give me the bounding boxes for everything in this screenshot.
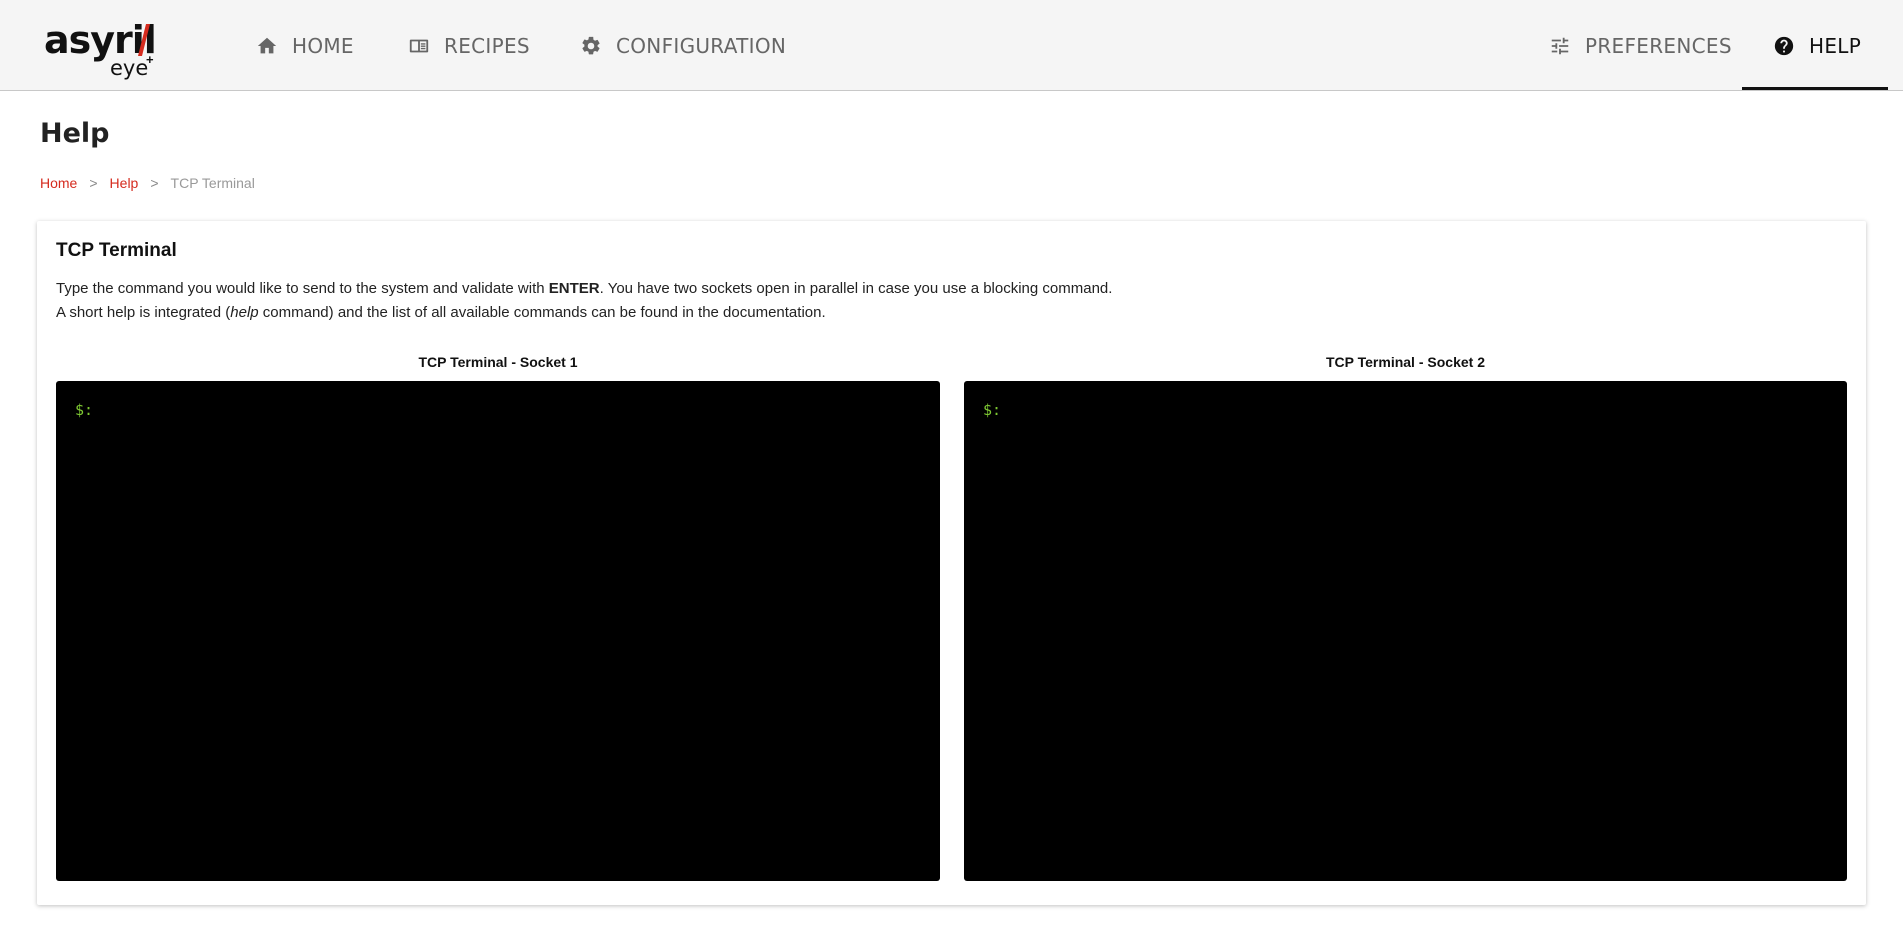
breadcrumb-separator: > xyxy=(89,175,98,191)
breadcrumb-separator: > xyxy=(150,175,159,191)
logo-subname: eye xyxy=(110,56,149,80)
breadcrumb-help-link[interactable]: Help xyxy=(110,175,139,191)
terminal-socket-2[interactable]: $: xyxy=(964,381,1847,881)
nav-home-label: HOME xyxy=(292,33,354,58)
nav-help[interactable]: HELP xyxy=(1773,0,1861,91)
nav-recipes-label: RECIPES xyxy=(444,33,530,58)
card-description: Type the command you would like to send … xyxy=(56,277,1112,325)
asyril-eye-logo[interactable]: asyril eye + xyxy=(44,18,157,82)
description-text: Type the command you would like to send … xyxy=(56,280,549,297)
description-line-2: A short help is integrated (help command… xyxy=(56,301,1112,325)
terminal-prompt: $: xyxy=(983,401,1002,419)
gear-icon xyxy=(582,36,600,54)
card-title: TCP Terminal xyxy=(56,240,177,261)
active-tab-indicator xyxy=(1742,87,1888,90)
breadcrumb-home-link[interactable]: Home xyxy=(40,175,77,191)
description-text: A short help is integrated ( xyxy=(56,304,231,321)
nav-configuration[interactable]: CONFIGURATION xyxy=(580,0,786,91)
page-title: Help xyxy=(40,118,110,149)
nav-preferences[interactable]: PREFERENCES xyxy=(1549,0,1732,91)
nav-recipes[interactable]: RECIPES xyxy=(408,0,530,91)
tcp-terminal-card: TCP Terminal Type the command you would … xyxy=(37,221,1866,905)
breadcrumb-current: TCP Terminal xyxy=(170,175,255,191)
book-icon xyxy=(409,39,429,52)
terminal-1-label: TCP Terminal - Socket 1 xyxy=(418,354,578,370)
help-circle-icon xyxy=(1774,36,1794,55)
help-command-text: help xyxy=(230,304,259,321)
description-line-1: Type the command you would like to send … xyxy=(56,277,1112,301)
sliders-icon xyxy=(1551,37,1569,54)
home-icon xyxy=(257,37,277,53)
description-text: . You have two sockets open in parallel … xyxy=(599,280,1113,297)
nav-help-label: HELP xyxy=(1809,33,1862,58)
breadcrumb: Home > Help > TCP Terminal xyxy=(40,175,255,191)
nav-preferences-label: PREFERENCES xyxy=(1585,33,1732,58)
nav-configuration-label: CONFIGURATION xyxy=(616,33,787,58)
description-text: command) and the list of all available c… xyxy=(258,304,826,321)
terminal-2-label: TCP Terminal - Socket 2 xyxy=(1326,354,1485,370)
terminal-prompt: $: xyxy=(75,401,94,419)
terminal-socket-1[interactable]: $: xyxy=(56,381,940,881)
logo-superscript: + xyxy=(146,52,154,67)
enter-key-text: ENTER xyxy=(548,280,600,297)
nav-home[interactable]: HOME xyxy=(256,0,354,91)
top-navbar: asyril eye + HOME RECIPES CONFIGURATION … xyxy=(0,0,1903,91)
